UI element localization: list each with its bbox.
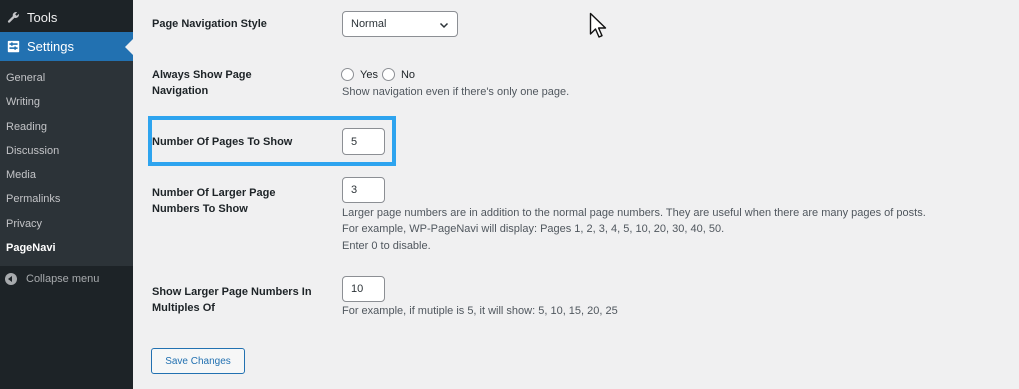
- num-pages-value: 5: [351, 135, 358, 148]
- num-larger-description-1: Larger page numbers are in addition to t…: [342, 207, 926, 219]
- submenu-item-reading[interactable]: Reading: [6, 121, 47, 133]
- always-show-yes-radio[interactable]: [341, 68, 354, 81]
- collapse-arrow-icon: [5, 273, 17, 285]
- admin-sidebar: Tools Settings General Writing Reading D…: [0, 0, 133, 389]
- multiples-description: For example, if mutiple is 5, it will sh…: [342, 305, 618, 317]
- always-show-label: Always Show Page Navigation: [152, 69, 252, 97]
- menu-item-settings[interactable]: Settings: [0, 32, 133, 61]
- menu-item-tools[interactable]: Tools: [0, 3, 133, 31]
- multiples-value: 10: [351, 283, 364, 295]
- collapse-menu-label: Collapse menu: [26, 273, 100, 285]
- num-pages-label: Number Of Pages To Show: [152, 136, 293, 148]
- submenu-item-general[interactable]: General: [6, 72, 45, 84]
- page-nav-style-value: Normal: [351, 18, 387, 30]
- num-larger-input[interactable]: 3: [342, 177, 385, 203]
- submenu-item-media[interactable]: Media: [6, 169, 36, 181]
- submenu-item-discussion[interactable]: Discussion: [6, 145, 59, 157]
- num-larger-value: 3: [351, 184, 358, 196]
- num-pages-input[interactable]: 5: [342, 128, 385, 155]
- submenu-item-writing[interactable]: Writing: [6, 96, 40, 108]
- save-changes-button[interactable]: Save Changes: [151, 348, 245, 374]
- submenu-item-permalinks[interactable]: Permalinks: [6, 193, 60, 205]
- settings-submenu: General Writing Reading Discussion Media…: [0, 61, 133, 266]
- chevron-down-icon: [439, 22, 449, 29]
- always-show-no-radio[interactable]: [381, 68, 395, 81]
- num-larger-description-3: Enter 0 to disable.: [342, 240, 431, 252]
- menu-item-tools-label: Tools: [27, 9, 58, 25]
- collapse-menu-button[interactable]: Collapse menu: [5, 273, 99, 285]
- submenu-item-pagenavi[interactable]: PageNavi: [6, 242, 56, 254]
- page-nav-style-label: Page Navigation Style: [152, 18, 267, 30]
- wrench-icon: [6, 10, 20, 24]
- mouse-cursor-icon: [589, 12, 607, 38]
- submenu-item-privacy[interactable]: Privacy: [6, 218, 42, 230]
- always-show-description: Show navigation even if there's only one…: [342, 86, 570, 98]
- num-larger-description-2: For example, WP-PageNavi will display: P…: [342, 223, 725, 235]
- always-show-no-label: No: [400, 68, 416, 81]
- menu-item-settings-label: Settings: [27, 39, 74, 54]
- multiples-input[interactable]: 10: [342, 276, 385, 302]
- always-show-radio-group: Yes No: [341, 68, 419, 81]
- settings-icon: [6, 40, 20, 54]
- num-larger-label: Number Of Larger Page Numbers To Show: [152, 187, 276, 215]
- always-show-yes-label: Yes: [360, 68, 378, 81]
- page-nav-style-select[interactable]: Normal: [342, 11, 458, 37]
- multiples-label: Show Larger Page Numbers In Multiples Of: [152, 286, 312, 314]
